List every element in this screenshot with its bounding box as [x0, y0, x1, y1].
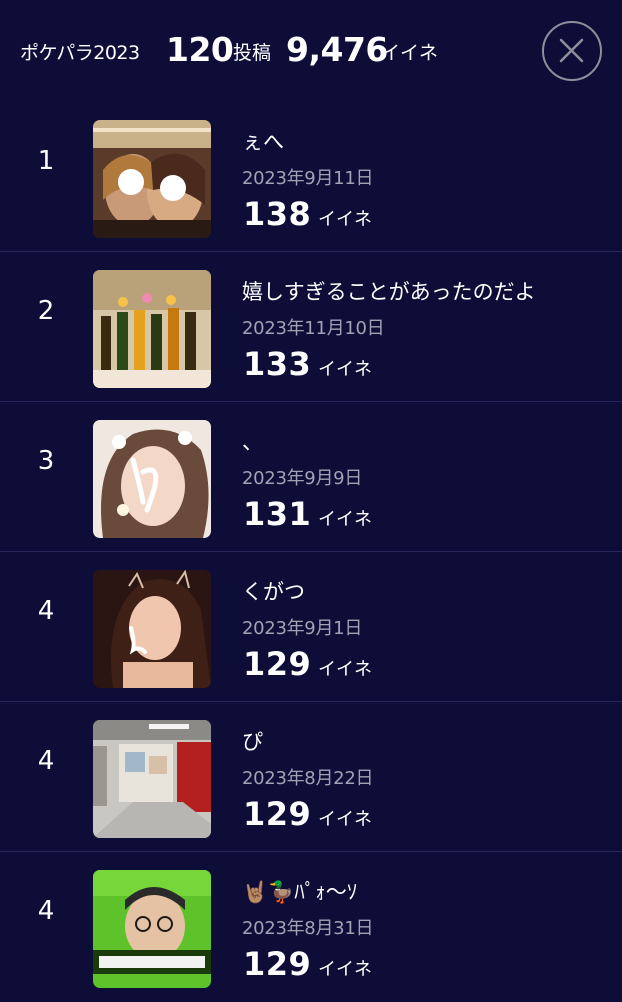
post-date: 2023年9月11日 [242, 168, 374, 189]
likes-unit: イイネ [318, 659, 372, 680]
post-likes: 133 [243, 345, 312, 383]
post-likes: 129 [243, 945, 312, 983]
likes-unit: イイネ [318, 209, 372, 230]
rank-number: 4 [37, 746, 55, 776]
likes-unit: イイネ [318, 809, 372, 830]
likes-total-unit: イイネ [381, 42, 439, 64]
post-thumbnail[interactable] [93, 870, 211, 988]
post-date: 2023年8月31日 [242, 918, 374, 939]
post-title: くがつ [242, 580, 305, 604]
close-x-icon [559, 38, 584, 63]
post-thumbnail[interactable] [93, 420, 211, 538]
post-title: ぇへ [242, 130, 284, 154]
post-date: 2023年9月9日 [242, 468, 363, 489]
post-likes: 129 [243, 795, 312, 833]
summary-header: ポケパラ2023 120 投稿 9,476 イイネ [0, 0, 622, 105]
post-date: 2023年8月22日 [242, 768, 374, 789]
post-title: ぴ [242, 730, 263, 754]
post-thumbnail[interactable] [93, 570, 211, 688]
ranking-row[interactable]: 4 ぴ 2023年8月22日 129 イイネ [0, 702, 622, 852]
post-likes: 138 [243, 195, 312, 233]
ranking-row[interactable]: 3 、 2023年9月9日 131 イイネ [0, 402, 622, 552]
post-thumbnail[interactable] [93, 720, 211, 838]
rank-number: 3 [37, 446, 55, 476]
post-title: 、 [242, 430, 263, 454]
posts-unit: 投稿 [233, 42, 272, 64]
post-title: 嬉しすぎることがあったのだよ [242, 280, 536, 304]
post-date: 2023年11月10日 [242, 318, 385, 339]
ranking-row[interactable]: 4 くがつ 2023年9月1日 129 イイネ [0, 552, 622, 702]
ranking-row[interactable]: 1 ぇへ 2023年9月11日 138 イイネ [0, 102, 622, 252]
post-thumbnail[interactable] [93, 270, 211, 388]
post-likes: 131 [243, 495, 312, 533]
post-likes: 129 [243, 645, 312, 683]
likes-total: 9,476 [286, 30, 388, 69]
rank-number: 1 [37, 146, 55, 176]
likes-unit: イイネ [318, 509, 372, 530]
post-date: 2023年9月1日 [242, 618, 363, 639]
ranking-row[interactable]: 4 🤘🏽🦆ﾊﾟｫ〜ｿ 2023年8月31日 129 イイネ [0, 852, 622, 1002]
rank-number: 4 [37, 896, 55, 926]
close-button[interactable] [542, 21, 602, 81]
rank-number: 4 [37, 596, 55, 626]
rank-number: 2 [37, 296, 55, 326]
posts-count: 120 [166, 30, 234, 69]
likes-unit: イイネ [318, 359, 372, 380]
post-thumbnail[interactable] [93, 120, 211, 238]
likes-unit: イイネ [318, 959, 372, 980]
ranking-row[interactable]: 2 嬉しすぎることがあったのだよ 2023年11月10日 133 イイネ [0, 252, 622, 402]
app-label: ポケパラ2023 [20, 42, 140, 64]
post-title: 🤘🏽🦆ﾊﾟｫ〜ｿ [242, 880, 358, 904]
